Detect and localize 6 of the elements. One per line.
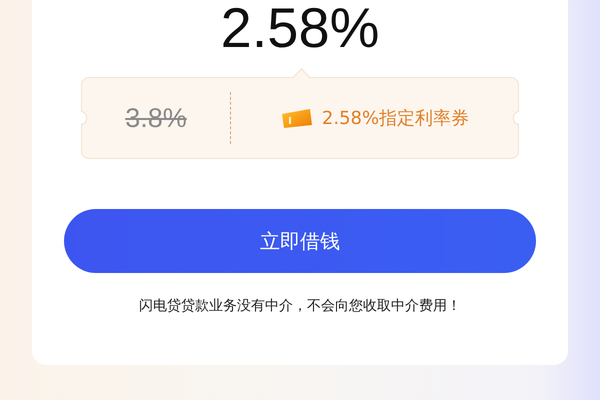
ticket-icon [280, 106, 314, 130]
interest-rate: 2.58% [220, 0, 380, 56]
original-rate: 3.8% [124, 102, 188, 134]
borrow-button[interactable]: 立即借钱 [64, 209, 536, 273]
coupon-label: 2.58%指定利率券 [322, 107, 470, 130]
notice-text: 闪电贷贷款业务没有中介，不会向您收取中介费用！ [139, 297, 461, 315]
